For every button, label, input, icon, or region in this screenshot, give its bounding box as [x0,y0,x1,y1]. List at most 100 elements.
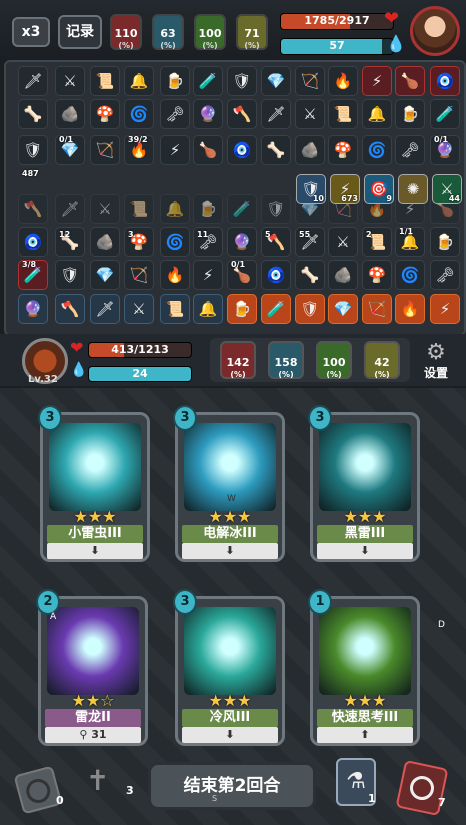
inventory-slot[interactable]: 🗝 [430,260,460,290]
inventory-slot[interactable]: ⚡ [160,135,190,165]
inventory-slot[interactable]: 🪓 [227,99,257,129]
inventory-slot[interactable]: 🍄 [90,99,120,129]
inventory-slot[interactable]: 🍺 [160,66,190,96]
inventory-slot[interactable]: 🌀 [395,260,425,290]
inventory-slot[interactable]: 🪨 [90,227,120,257]
inventory-slot[interactable]: 📜 [90,66,120,96]
settings-button[interactable]: ⚙ 设置 [420,342,452,382]
skill-card[interactable]: 3 ★★★ 黑雷III ⬇ [308,405,420,562]
inventory-slot[interactable]: 🪓 [18,194,48,224]
inventory-slot[interactable]: 🗡 [18,66,48,96]
speed-button[interactable]: x3 [12,17,50,47]
item-icon: 🍗 [400,72,420,90]
inventory-slot[interactable]: 🍺 [395,99,425,129]
inventory-slot[interactable]: 🏹 [124,260,154,290]
inventory-slot[interactable]: 🌀 [362,135,392,165]
inventory-slot[interactable]: 🧪 [430,99,460,129]
inventory-slot[interactable]: 💎 [261,66,291,96]
inventory-slot[interactable]: 🍺 [430,227,460,257]
record-button[interactable]: 记录 [58,15,102,49]
inventory-slot[interactable]: 📜 [160,294,190,324]
inventory-slot[interactable]: 🧿 [261,260,291,290]
inventory-slot[interactable]: ⚡ [193,260,223,290]
buff-icon: ✺ [406,180,420,198]
item-icon: 🔔 [129,72,149,90]
inventory-slot[interactable]: 🍄 [362,260,392,290]
inventory-slot[interactable]: 🛡 [227,66,257,96]
inventory-slot[interactable]: 🧿 [18,227,48,257]
inventory-slot[interactable]: 🍗 [395,66,425,96]
inventory-slot[interactable]: 🔔 [160,194,190,224]
inventory-slot[interactable]: 🔥 [395,294,425,324]
item-count: 39/2 [128,135,148,144]
active-buff-slot[interactable]: ✺ [398,174,428,204]
inventory-slot[interactable]: ⚔ [295,99,325,129]
inventory-slot[interactable]: 📜 [124,194,154,224]
skill-card[interactable]: 3 ★★★ 小雷虫III ⬇ [38,405,150,562]
inventory-slot[interactable]: 🏹 [90,135,120,165]
inventory-slot[interactable]: 🪨 [328,260,358,290]
inventory-slot[interactable]: 🔔 [362,99,392,129]
active-buff-slot[interactable]: ⚔ 44 [432,174,462,204]
inventory-slot[interactable]: 🏹 [362,294,392,324]
active-buff-slot[interactable]: 🎯 9 [364,174,394,204]
inventory-slot[interactable]: 🧪 [227,194,257,224]
card-footer: ⬇ [182,727,278,743]
inventory-slot[interactable]: 🍺 [193,194,223,224]
inventory-slot[interactable]: 🔮 [18,294,48,324]
active-buff-slot[interactable]: ⚡ 673 [330,174,360,204]
skill-card[interactable]: 3 ★★★ 电解冰III ⬇ [173,405,285,562]
item-icon: ⚔ [132,300,146,318]
inventory-slot[interactable]: 🍄 [328,135,358,165]
inventory-slot[interactable]: 🔥 [160,260,190,290]
item-icon: 🔥 [333,72,353,90]
stat-value: 100 [198,27,222,40]
inventory-slot[interactable]: 🪓 [55,294,85,324]
inventory-slot[interactable]: 🦴 [18,99,48,129]
inventory-slot[interactable]: 🛡 [55,260,85,290]
skill-card[interactable]: 1 ★★★ 快速思考III ⬆ [308,589,420,746]
inventory-slot[interactable]: 🏹 [295,66,325,96]
inventory-slot[interactable]: 🧪 [193,66,223,96]
enemy-avatar[interactable] [410,6,460,56]
inventory-slot[interactable]: ⚔ [328,227,358,257]
inventory-slot[interactable]: 🔥 [328,66,358,96]
inventory-slot[interactable]: 🛡 [18,135,48,165]
inventory-slot[interactable]: 🦴 [261,135,291,165]
inventory-slot[interactable]: 🌀 [124,99,154,129]
mana-drop-icon: 💧 [386,34,406,53]
inventory-slot[interactable]: 🛡 [261,194,291,224]
inventory-slot[interactable]: 🗡 [90,294,120,324]
end-turn-button[interactable]: 结束第2回合 [148,762,316,810]
inventory-slot[interactable]: 📜 [328,99,358,129]
inventory-slot[interactable]: 🧪 [261,294,291,324]
inventory-slot[interactable]: 🗡 [261,99,291,129]
inventory-slot[interactable]: ⚔ [55,66,85,96]
inventory-slot[interactable]: 🔮 [227,227,257,257]
grave-icon[interactable]: ✝ [86,764,109,797]
inventory-slot[interactable]: 🍗 [193,135,223,165]
inventory-slot[interactable]: 🌀 [160,227,190,257]
inventory-slot[interactable]: ⚔ [90,194,120,224]
inventory-slot[interactable]: 💎 [90,260,120,290]
inventory-slot[interactable]: 🧿 [227,135,257,165]
inventory-slot[interactable]: 🔔 [124,66,154,96]
inventory-slot[interactable]: 🗝 [160,99,190,129]
inventory-slot[interactable]: 🔮 [193,99,223,129]
inventory-slot[interactable]: 🔔 [193,294,223,324]
inventory-slot[interactable]: ⚡ [430,294,460,324]
inventory-slot[interactable]: 💎 [328,294,358,324]
inventory-slot[interactable]: 🍺 [227,294,257,324]
inventory-slot[interactable]: ⚔ [124,294,154,324]
skill-card[interactable]: 3 ★★★ 冷风III ⬇ [173,589,285,746]
inventory-slot[interactable]: ⚡ [362,66,392,96]
inventory-slot[interactable]: 🪨 [295,135,325,165]
active-buff-slot[interactable]: 🛡 10 [296,174,326,204]
inventory-slot[interactable]: 🗡 [55,194,85,224]
inventory-slot[interactable]: 🦴 [295,260,325,290]
inventory-slot[interactable]: 🪨 [55,99,85,129]
inventory-slot[interactable]: 🛡 [295,294,325,324]
inventory-slot[interactable]: 🗝 [395,135,425,165]
inventory-slot[interactable]: 🧿 [430,66,460,96]
buff-count: 10 [312,194,324,203]
